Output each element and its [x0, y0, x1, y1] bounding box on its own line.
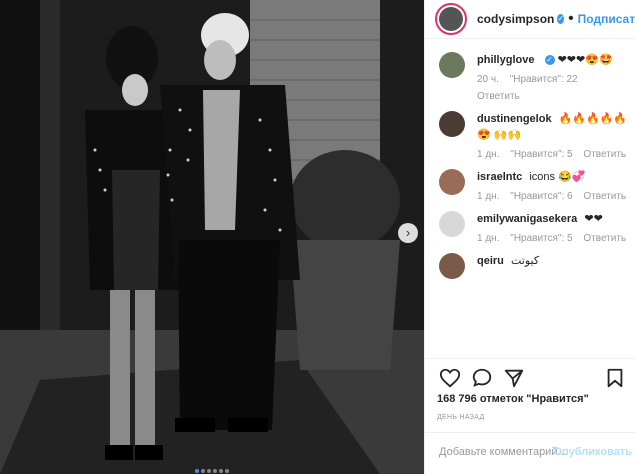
- commenter-avatar[interactable]: [439, 211, 465, 237]
- photo-illustration: [0, 0, 424, 474]
- carousel-dot: [207, 469, 211, 473]
- reply-button[interactable]: Ответить: [477, 91, 520, 102]
- carousel-dot: [195, 469, 199, 473]
- author-username[interactable]: codysimpson: [477, 12, 554, 26]
- commenter-avatar[interactable]: [439, 52, 465, 78]
- commenter-avatar[interactable]: [439, 169, 465, 195]
- comment-item: dustinengelok 🔥🔥🔥🔥🔥😍 🙌🙌 1 дн. "Нравится"…: [425, 111, 635, 160]
- comment-icon[interactable]: [471, 367, 493, 389]
- separator-dot: •: [568, 10, 574, 27]
- verified-badge-icon: ✓: [544, 55, 555, 66]
- comment-time: 1 дн.: [477, 149, 500, 160]
- author-avatar[interactable]: [435, 3, 467, 35]
- publish-button[interactable]: Опубликовать: [553, 446, 632, 458]
- comment-text: كيوتت: [510, 255, 540, 267]
- comment-text: ❤❤: [584, 213, 603, 225]
- comment-item: phillyglove ✓ ❤❤❤😍🤩 20 ч. "Нравится": 22…: [425, 52, 635, 102]
- commenter-avatar[interactable]: [439, 111, 465, 137]
- comment-likes[interactable]: "Нравится": 5: [510, 233, 572, 244]
- comment-item: emilywanigasekera ❤❤ 1 дн. "Нравится": 5…: [425, 211, 635, 244]
- comment-likes[interactable]: "Нравится": 6: [510, 191, 572, 202]
- follow-button[interactable]: Подписаться: [578, 12, 635, 26]
- commenter-username[interactable]: emilywanigasekera: [477, 213, 577, 225]
- post-time: ДЕНЬ НАЗАД: [437, 414, 485, 421]
- next-photo-button[interactable]: ›: [398, 223, 418, 243]
- reply-button[interactable]: Ответить: [583, 233, 626, 244]
- comment-time: 1 дн.: [477, 191, 500, 202]
- post-modal: › codysimpson ✓ • Подписаться phillyglov…: [0, 0, 635, 474]
- comment-item: israelntc icons 😂💞 1 дн. "Нравится": 6 О…: [425, 169, 635, 202]
- post-header: codysimpson ✓ • Подписаться: [425, 0, 635, 39]
- reply-button[interactable]: Ответить: [583, 149, 626, 160]
- comment-likes[interactable]: "Нравится": 22: [510, 74, 578, 85]
- verified-badge-icon: ✓: [557, 14, 565, 24]
- commenter-username[interactable]: phillyglove: [477, 54, 534, 66]
- post-photo[interactable]: ›: [0, 0, 424, 474]
- bookmark-icon[interactable]: [604, 367, 626, 389]
- carousel-dot: [201, 469, 205, 473]
- commenter-username[interactable]: qeiru: [477, 255, 504, 267]
- carousel-indicator: [0, 460, 424, 474]
- comment-time: 1 дн.: [477, 233, 500, 244]
- reply-button[interactable]: Ответить: [583, 191, 626, 202]
- comment-text: icons 😂💞: [529, 171, 586, 183]
- comment-text: ❤❤❤😍🤩: [557, 54, 613, 66]
- add-comment-bar: Опубликовать: [425, 432, 635, 475]
- likes-count[interactable]: 168 796 отметок "Нравится": [437, 393, 589, 405]
- commenter-username[interactable]: israelntc: [477, 171, 522, 183]
- chevron-right-icon: ›: [405, 225, 411, 240]
- post-sidebar: codysimpson ✓ • Подписаться phillyglove …: [424, 0, 635, 474]
- carousel-dot: [219, 469, 223, 473]
- comment-likes[interactable]: "Нравится": 5: [510, 149, 572, 160]
- carousel-dot: [225, 469, 229, 473]
- comment-time: 20 ч.: [477, 74, 499, 85]
- carousel-dot: [213, 469, 217, 473]
- commenter-username[interactable]: dustinengelok: [477, 113, 552, 125]
- comment-item: qeiru كيوتت: [425, 253, 635, 279]
- share-icon[interactable]: [503, 367, 525, 389]
- heart-icon[interactable]: [439, 367, 461, 389]
- post-actions: [425, 358, 635, 393]
- comments-list: phillyglove ✓ ❤❤❤😍🤩 20 ч. "Нравится": 22…: [425, 52, 635, 352]
- commenter-avatar[interactable]: [439, 253, 465, 279]
